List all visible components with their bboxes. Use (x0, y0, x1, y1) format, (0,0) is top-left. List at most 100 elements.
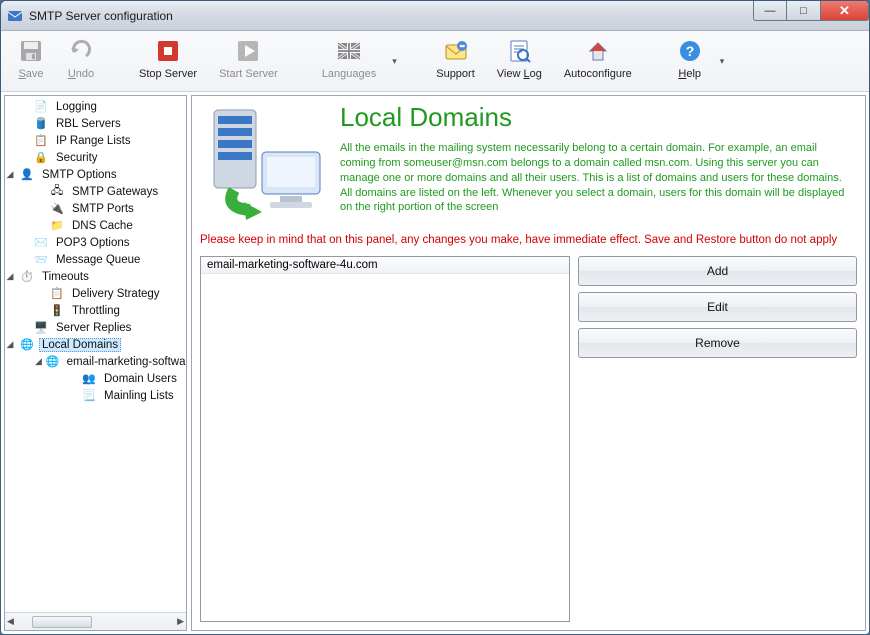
sidebar: 📄Logging 🛢️RBL Servers 📋IP Range Lists 🔒… (4, 95, 187, 631)
logging-icon: 📄 (33, 99, 49, 115)
start-server-label: Start Server (219, 68, 278, 80)
ports-icon: 🔌 (49, 201, 65, 217)
tree-item-server-replies[interactable]: 🖥️Server Replies (5, 319, 186, 336)
tree-item-domain-entry[interactable]: ◢🌐email-marketing-software-4u.com (5, 353, 186, 370)
start-server-icon (234, 37, 262, 65)
support-button[interactable]: Support (428, 35, 483, 87)
stop-server-icon (154, 37, 182, 65)
expander-icon[interactable]: ◢ (5, 339, 15, 350)
close-icon: ✕ (839, 3, 850, 19)
autoconfigure-icon (584, 37, 612, 65)
list-item[interactable]: email-marketing-software-4u.com (201, 257, 569, 274)
throttling-icon: 🚦 (49, 303, 65, 319)
mailing-lists-icon: 📃 (81, 388, 97, 404)
languages-icon (335, 37, 363, 65)
autoconfigure-label: Autoconfigure (564, 68, 632, 80)
security-icon: 🔒 (33, 150, 49, 166)
maximize-icon: □ (800, 5, 807, 17)
add-button[interactable]: Add (578, 256, 857, 286)
edit-button[interactable]: Edit (578, 292, 857, 322)
tree-item-mailing-lists[interactable]: 📃Mainling Lists (5, 387, 186, 404)
tree-item-timeouts[interactable]: ◢⏱️Timeouts (5, 268, 186, 285)
timeouts-icon: ⏱️ (19, 269, 35, 285)
support-icon (442, 37, 470, 65)
tree-item-security[interactable]: 🔒Security (5, 149, 186, 166)
autoconfigure-button[interactable]: Autoconfigure (556, 35, 640, 87)
content-panel: Local Domains All the emails in the mail… (191, 95, 866, 631)
toolbar: Save Undo Stop Server Start Server (1, 31, 869, 92)
expander-icon[interactable]: ◢ (5, 169, 15, 180)
tree-item-logging[interactable]: 📄Logging (5, 98, 186, 115)
tree-item-msg-queue[interactable]: 📨Message Queue (5, 251, 186, 268)
local-domains-icon: 🌐 (19, 337, 35, 353)
tree-item-domain-users[interactable]: 👥Domain Users (5, 370, 186, 387)
scroll-right-icon[interactable]: ▶ (177, 616, 184, 627)
stop-server-label: Stop Server (139, 68, 197, 80)
undo-button[interactable]: Undo (59, 35, 103, 87)
minimize-icon: — (765, 5, 776, 17)
dns-icon: 📁 (49, 218, 65, 234)
domain-panel: email-marketing-software-4u.com Add Edit… (192, 252, 865, 630)
warning-text: Please keep in mind that on this panel, … (192, 230, 865, 252)
scroll-left-icon[interactable]: ◀ (7, 616, 14, 627)
expander-icon[interactable]: ◢ (5, 271, 15, 282)
page-title: Local Domains (340, 102, 855, 133)
tree-item-pop3[interactable]: ✉️POP3 Options (5, 234, 186, 251)
undo-icon (67, 37, 95, 65)
delivery-icon: 📋 (49, 286, 65, 302)
window-title: SMTP Server configuration (29, 9, 173, 23)
queue-icon: 📨 (33, 252, 49, 268)
app-window: SMTP Server configuration — □ ✕ Save Und… (0, 0, 870, 635)
tree-item-smtp-ports[interactable]: 🔌SMTP Ports (5, 200, 186, 217)
tree-item-throttling[interactable]: 🚦Throttling (5, 302, 186, 319)
minimize-button[interactable]: — (753, 1, 787, 21)
help-button[interactable]: ? Help (668, 35, 712, 87)
stop-server-button[interactable]: Stop Server (131, 35, 205, 87)
app-icon (7, 8, 23, 24)
help-dropdown-icon[interactable]: ▾ (718, 56, 728, 67)
window-controls: — □ ✕ (753, 1, 869, 21)
tree-item-ip-range[interactable]: 📋IP Range Lists (5, 132, 186, 149)
titlebar[interactable]: SMTP Server configuration — □ ✕ (1, 1, 869, 31)
hero: Local Domains All the emails in the mail… (192, 96, 865, 230)
save-icon (17, 37, 45, 65)
view-log-button[interactable]: View Log (489, 35, 550, 87)
support-label: Support (436, 68, 475, 80)
languages-label: Languages (322, 68, 376, 80)
domain-list[interactable]: email-marketing-software-4u.com (200, 256, 570, 622)
close-button[interactable]: ✕ (821, 1, 869, 21)
page-description: All the emails in the mailing system nec… (340, 141, 855, 215)
navigation-tree[interactable]: 📄Logging 🛢️RBL Servers 📋IP Range Lists 🔒… (5, 96, 186, 612)
hero-text: Local Domains All the emails in the mail… (340, 102, 855, 222)
replies-icon: 🖥️ (33, 320, 49, 336)
tree-item-smtp-options[interactable]: ◢👤SMTP Options (5, 166, 186, 183)
languages-dropdown-icon[interactable]: ▾ (390, 56, 400, 67)
action-buttons: Add Edit Remove (578, 256, 857, 622)
tree-item-smtp-gateways[interactable]: 🖧SMTP Gateways (5, 183, 186, 200)
domain-icon: 🌐 (46, 354, 60, 370)
start-server-button[interactable]: Start Server (211, 35, 286, 87)
remove-button[interactable]: Remove (578, 328, 857, 358)
svg-text:?: ? (685, 43, 694, 59)
help-icon: ? (676, 37, 704, 65)
tree-item-local-domains[interactable]: ◢🌐Local Domains (5, 336, 186, 353)
tree-item-delivery-strategy[interactable]: 📋Delivery Strategy (5, 285, 186, 302)
body: 📄Logging 🛢️RBL Servers 📋IP Range Lists 🔒… (1, 92, 869, 634)
domain-users-icon: 👥 (81, 371, 97, 387)
save-button[interactable]: Save (9, 35, 53, 87)
view-log-icon (505, 37, 533, 65)
gateways-icon: 🖧 (49, 184, 65, 200)
rbl-icon: 🛢️ (33, 116, 49, 132)
pop3-icon: ✉️ (33, 235, 49, 251)
tree-item-dns-cache[interactable]: 📁DNS Cache (5, 217, 186, 234)
save-label: Save (18, 68, 43, 80)
maximize-button[interactable]: □ (787, 1, 821, 21)
hero-illustration (202, 102, 330, 222)
languages-button[interactable]: Languages (314, 35, 384, 87)
sidebar-hscrollbar[interactable]: ◀ ▶ (5, 612, 186, 630)
tree-item-rbl[interactable]: 🛢️RBL Servers (5, 115, 186, 132)
view-log-label: View Log (497, 68, 542, 80)
scroll-thumb[interactable] (32, 616, 92, 628)
help-label: Help (678, 68, 701, 80)
expander-icon[interactable]: ◢ (35, 356, 42, 367)
